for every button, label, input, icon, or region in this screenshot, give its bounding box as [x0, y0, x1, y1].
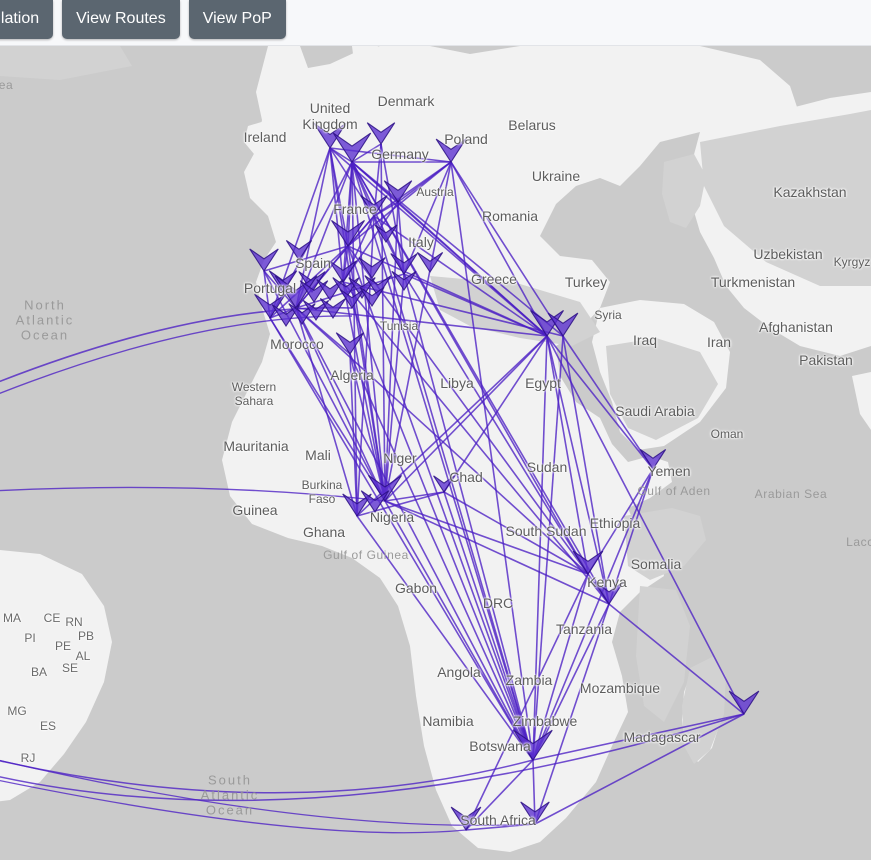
view-routes-button[interactable]: View Routes — [62, 0, 180, 39]
top-toolbar: ulation View Routes View PoP — [0, 0, 871, 46]
route-map-app: ulation View Routes View PoP — [0, 0, 871, 860]
view-population-button[interactable]: ulation — [0, 0, 54, 39]
map-graphics — [0, 46, 871, 860]
view-pop-button[interactable]: View PoP — [188, 0, 286, 39]
map-canvas[interactable]: ea Denmark Belarus United Kingdom Ireland Pola… — [0, 46, 871, 860]
